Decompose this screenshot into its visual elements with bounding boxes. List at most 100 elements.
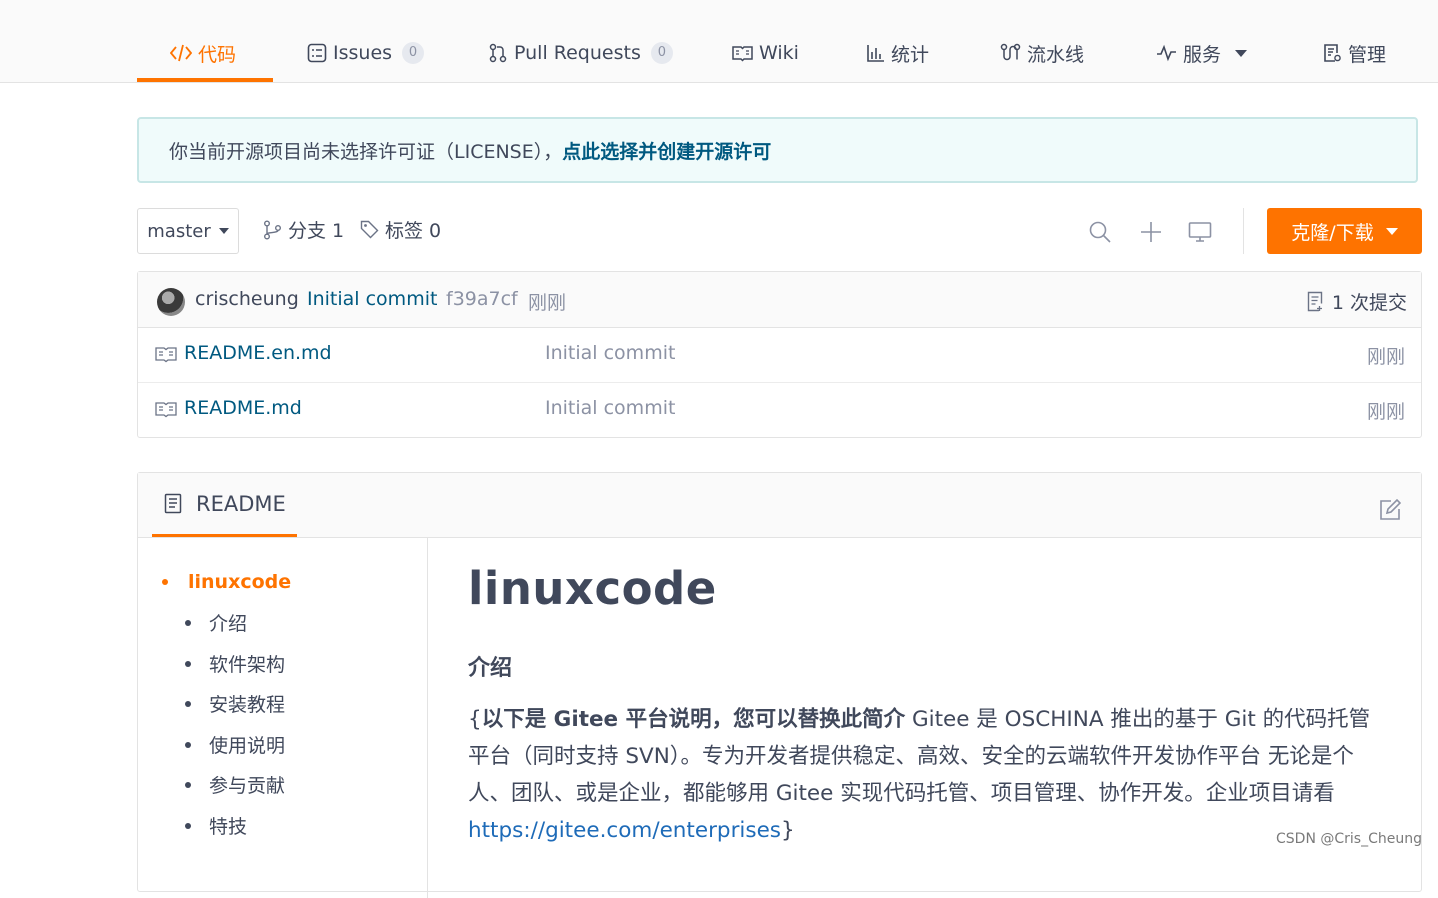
bullet bbox=[185, 660, 191, 667]
readme-file-icon bbox=[155, 347, 177, 363]
add-file-icon[interactable] bbox=[1139, 220, 1163, 244]
file-commit-message[interactable]: Initial commit bbox=[545, 397, 675, 419]
toc-item-label: 参与贡献 bbox=[209, 775, 286, 797]
file-commit-time: 刚刚 bbox=[1366, 401, 1405, 423]
toc-item-label: 特技 bbox=[209, 816, 248, 838]
tab-code-label: 代码 bbox=[198, 43, 237, 66]
branch-selector[interactable]: master bbox=[137, 208, 239, 254]
commits-icon bbox=[1307, 291, 1323, 312]
tags-link[interactable]: 标签 0 bbox=[360, 216, 441, 243]
toolbar-divider bbox=[1243, 208, 1244, 254]
branch-icon bbox=[264, 220, 281, 239]
edit-icon[interactable] bbox=[1379, 499, 1401, 521]
issues-icon bbox=[307, 43, 327, 63]
latest-commit-row: crischeung Initial commit f39a7cf 刚刚 1 次… bbox=[138, 272, 1421, 328]
toc-item[interactable]: 安装教程 bbox=[185, 690, 285, 717]
tab-code[interactable]: 代码 bbox=[170, 36, 236, 70]
toc-item[interactable]: 参与贡献 bbox=[185, 771, 285, 798]
readme-panel: README linuxcode 介绍 软件架构 安装教程 使用说明 参与贡献 … bbox=[137, 472, 1422, 898]
branches-count: 分支 1 bbox=[288, 220, 345, 242]
bar-chart-icon bbox=[867, 44, 884, 62]
file-list: crischeung Initial commit f39a7cf 刚刚 1 次… bbox=[137, 271, 1422, 438]
readme-paragraph: {以下是 Gitee 平台说明，您可以替换此简介 Gitee 是 OSCHINA… bbox=[468, 701, 1383, 849]
toc-item-label: 安装教程 bbox=[209, 694, 286, 716]
para-bold-text: 以下是 Gitee 平台说明，您可以替换此简介 bbox=[481, 707, 906, 732]
toc-item[interactable]: 使用说明 bbox=[185, 731, 285, 758]
file-name-link[interactable]: README.md bbox=[184, 397, 302, 419]
issues-count-badge: 0 bbox=[402, 42, 425, 64]
bullet bbox=[185, 781, 191, 788]
tab-manage-label: 管理 bbox=[1348, 43, 1387, 66]
web-ide-icon[interactable] bbox=[1188, 220, 1212, 244]
license-banner: 你当前开源项目尚未选择许可证（LICENSE）， 点此选择并创建开源许可 bbox=[137, 117, 1418, 183]
readme-file-icon bbox=[155, 402, 177, 418]
search-icon[interactable] bbox=[1088, 220, 1112, 244]
tab-pull-requests-label: Pull Requests bbox=[514, 42, 641, 64]
repo-nav: 代码 Issues 0 Pull Requests 0 Wiki 统计 流水线 … bbox=[0, 0, 1438, 83]
tab-wiki[interactable]: Wiki bbox=[732, 36, 799, 70]
pipeline-icon bbox=[1000, 43, 1021, 61]
book-icon bbox=[732, 46, 753, 62]
enterprises-link[interactable]: https://gitee.com/enterprises bbox=[468, 818, 781, 843]
bullet bbox=[185, 741, 191, 748]
tab-stats-label: 统计 bbox=[891, 43, 930, 66]
document-icon bbox=[164, 493, 182, 514]
toc-item-label: 软件架构 bbox=[209, 654, 286, 676]
readme-header: README bbox=[138, 473, 1421, 538]
tab-readme[interactable]: README bbox=[152, 473, 297, 537]
readme-toc: linuxcode 介绍 软件架构 安装教程 使用说明 参与贡献 特技 bbox=[138, 538, 428, 898]
branch-name: master bbox=[147, 220, 211, 242]
chevron-down-icon bbox=[218, 228, 229, 234]
bullet bbox=[185, 619, 191, 626]
readme-title: linuxcode bbox=[468, 562, 717, 615]
toc-item[interactable]: linuxcode bbox=[162, 571, 291, 593]
toc-item[interactable]: 软件架构 bbox=[185, 650, 285, 677]
bullet bbox=[185, 822, 191, 829]
bullet bbox=[162, 579, 168, 585]
commit-count: 1 次提交 bbox=[1331, 292, 1407, 314]
tab-services-label: 服务 bbox=[1183, 43, 1222, 66]
code-icon bbox=[170, 44, 192, 62]
file-commit-message[interactable]: Initial commit bbox=[545, 342, 675, 364]
avatar[interactable] bbox=[157, 288, 185, 316]
toc-item[interactable]: 特技 bbox=[185, 812, 247, 839]
commit-message[interactable]: Initial commit bbox=[307, 288, 437, 310]
tab-stats[interactable]: 统计 bbox=[866, 36, 929, 70]
bullet bbox=[185, 700, 191, 707]
branches-link[interactable]: 分支 1 bbox=[263, 216, 344, 243]
table-row: README.en.md Initial commit 刚刚 bbox=[138, 328, 1421, 383]
toc-item[interactable]: 介绍 bbox=[185, 609, 247, 636]
clone-download-button[interactable]: 克隆/下载 bbox=[1267, 208, 1422, 254]
toc-item-label: 使用说明 bbox=[209, 735, 286, 757]
tab-pipeline[interactable]: 流水线 bbox=[1000, 36, 1084, 70]
commit-count-link[interactable]: 1 次提交 bbox=[1307, 288, 1407, 315]
brace-open: { bbox=[468, 707, 482, 732]
tab-pipeline-label: 流水线 bbox=[1027, 43, 1085, 66]
license-notice-text: 你当前开源项目尚未选择许可证（LICENSE）， bbox=[169, 140, 563, 163]
commit-time: 刚刚 bbox=[528, 292, 567, 314]
create-license-link[interactable]: 点此选择并创建开源许可 bbox=[562, 137, 771, 164]
pull-requests-count-badge: 0 bbox=[650, 42, 673, 64]
commit-author[interactable]: crischeung bbox=[195, 288, 299, 310]
tag-icon bbox=[360, 220, 379, 239]
tab-pull-requests[interactable]: Pull Requests 0 bbox=[488, 36, 673, 70]
readme-section-heading: 介绍 bbox=[468, 656, 513, 681]
table-row: README.md Initial commit 刚刚 bbox=[138, 383, 1421, 437]
pull-request-icon bbox=[489, 43, 507, 63]
settings-doc-icon bbox=[1324, 44, 1341, 62]
tab-issues[interactable]: Issues 0 bbox=[307, 36, 425, 70]
brace-close: } bbox=[781, 818, 795, 843]
toc-item-label: linuxcode bbox=[188, 571, 292, 593]
chevron-down-icon bbox=[1385, 227, 1398, 235]
tab-wiki-label: Wiki bbox=[759, 42, 799, 64]
file-commit-time: 刚刚 bbox=[1366, 346, 1405, 368]
commit-hash[interactable]: f39a7cf bbox=[446, 288, 518, 310]
tags-count: 标签 0 bbox=[385, 220, 442, 242]
tab-manage[interactable]: 管理 bbox=[1322, 36, 1386, 70]
chevron-down-icon bbox=[1235, 49, 1248, 57]
tab-services[interactable]: 服务 bbox=[1156, 36, 1248, 70]
file-name-link[interactable]: README.en.md bbox=[184, 342, 332, 364]
watermark: CSDN @Cris_Cheung bbox=[1276, 831, 1422, 847]
clone-download-label: 克隆/下载 bbox=[1291, 221, 1374, 244]
readme-tab-label: README bbox=[196, 491, 286, 516]
